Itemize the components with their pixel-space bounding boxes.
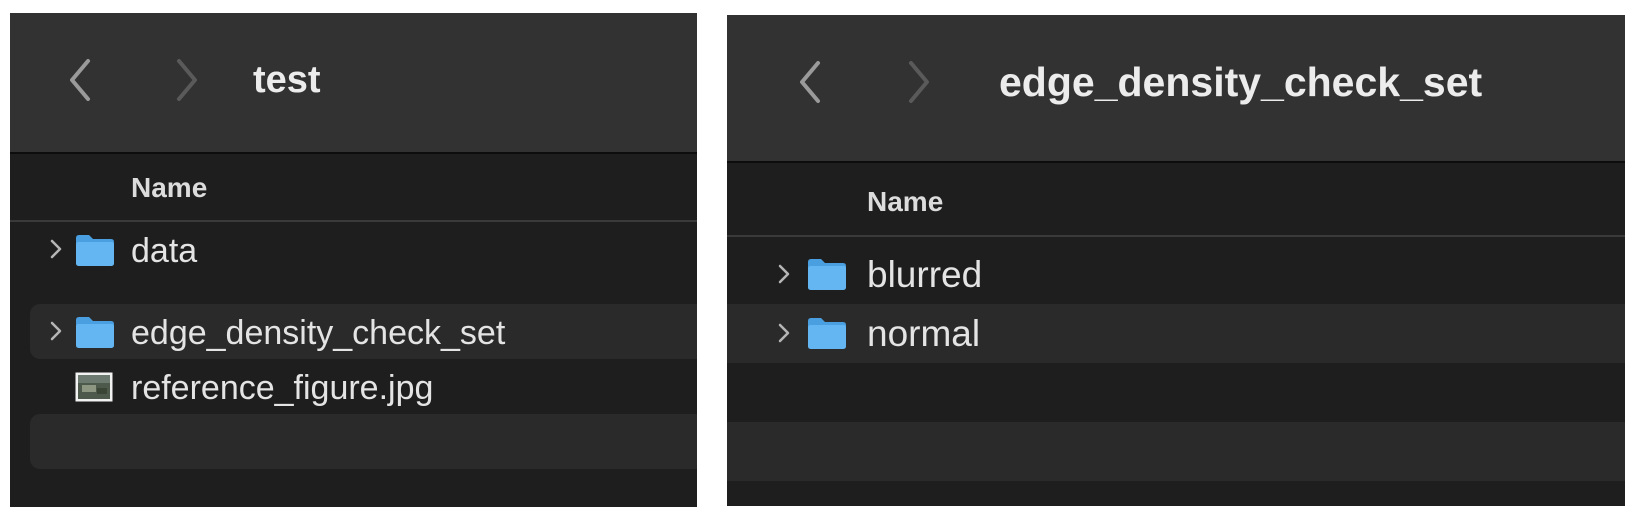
list-item-reference-figure[interactable]: reference_figure.jpg (10, 359, 697, 414)
list-item-edge-density-check-set[interactable]: edge_density_check_set (30, 304, 697, 359)
back-button[interactable] (62, 55, 102, 105)
folder-icon (76, 235, 114, 266)
list-item-normal[interactable]: normal (727, 304, 1625, 363)
finder-window-test: test Name data edge_density_check_set re… (10, 13, 697, 507)
forward-button[interactable] (897, 57, 937, 107)
window-title: test (253, 59, 321, 101)
chevron-right-icon (909, 61, 929, 103)
column-header-bar: Name (10, 154, 697, 222)
item-label: reference_figure.jpg (131, 369, 434, 407)
chevron-right-icon (177, 59, 197, 101)
folder-icon (808, 259, 846, 290)
disclosure-triangle-icon[interactable] (774, 259, 794, 289)
item-label: normal (867, 313, 981, 354)
back-button[interactable] (792, 57, 832, 107)
empty-row (30, 414, 697, 469)
finder-window-edge-density-check-set: edge_density_check_set Name blurred norm… (727, 15, 1625, 506)
disclosure-triangle-icon[interactable] (46, 316, 66, 346)
item-label: edge_density_check_set (131, 314, 506, 352)
forward-button[interactable] (165, 55, 205, 105)
folder-icon (76, 317, 114, 348)
image-file-icon (75, 372, 113, 402)
folder-icon (808, 318, 846, 349)
empty-row (727, 422, 1625, 481)
list-item-blurred[interactable]: blurred (727, 245, 1625, 304)
toolbar: edge_density_check_set (727, 15, 1625, 163)
toolbar: test (10, 13, 697, 154)
chevron-left-icon (800, 61, 820, 103)
disclosure-triangle-icon[interactable] (46, 234, 66, 264)
list-item-data[interactable]: data (10, 222, 697, 277)
chevron-left-icon (70, 59, 90, 101)
window-title: edge_density_check_set (999, 59, 1483, 105)
disclosure-triangle-icon[interactable] (774, 318, 794, 348)
name-column-header[interactable]: Name (867, 185, 943, 219)
column-header-bar: Name (727, 163, 1625, 237)
item-label: blurred (867, 254, 983, 295)
item-label: data (131, 232, 198, 270)
name-column-header[interactable]: Name (131, 172, 207, 204)
